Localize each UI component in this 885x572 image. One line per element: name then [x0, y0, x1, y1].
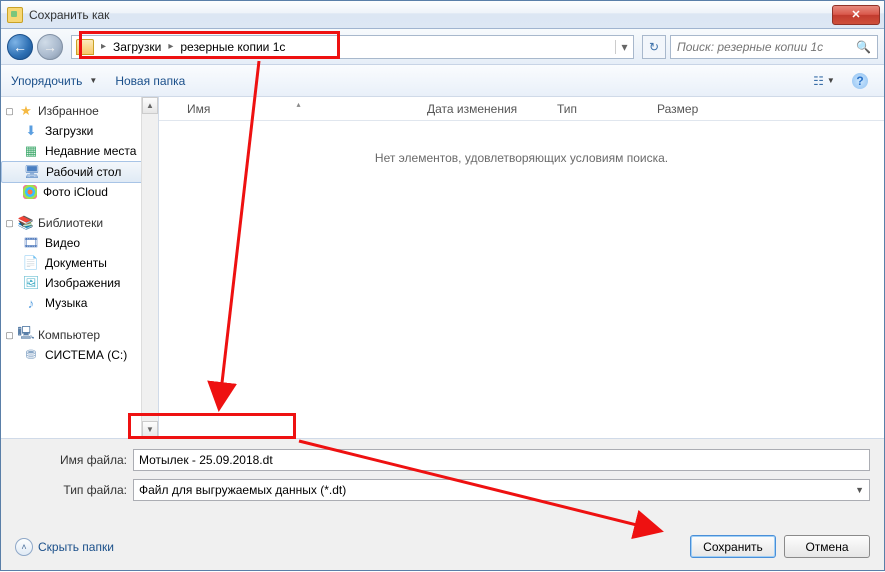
column-header-size[interactable]: Размер [649, 102, 739, 116]
close-button[interactable]: ✕ [832, 5, 880, 25]
desktop-icon: 🖥 [24, 164, 40, 180]
file-list: Нет элементов, удовлетворяющих условиям … [159, 121, 884, 438]
search-input[interactable] [677, 40, 856, 54]
view-icon: ☷ [813, 74, 824, 88]
column-headers: Имя ▴ Дата изменения Тип Размер [159, 97, 884, 121]
search-box[interactable]: 🔍 [670, 35, 878, 59]
tree-item-music[interactable]: ♪ Музыка [1, 293, 158, 313]
column-header-type[interactable]: Тип [549, 102, 649, 116]
tree-group-computer[interactable]: ▢ 🖳 Компьютер [1, 325, 158, 345]
music-icon: ♪ [23, 295, 39, 311]
breadcrumb-segment-1[interactable]: резерные копии 1с [176, 36, 289, 58]
refresh-button[interactable]: ↻ [642, 35, 666, 59]
tree-item-recent[interactable]: ▦ Недавние места [1, 141, 158, 161]
icloud-icon [23, 185, 37, 199]
sidebar-scrollbar[interactable]: ▲ ▼ [141, 97, 158, 438]
nav-tree: ▢ ★ Избранное ⬇Загрузки ▦Недавние места … [1, 97, 159, 438]
drive-icon: ⛃ [23, 347, 39, 363]
filetype-value: Файл для выгружаемых данных (*.dt) [139, 483, 346, 497]
folder-icon [76, 39, 94, 55]
recent-icon: ▦ [23, 143, 39, 159]
view-options-button[interactable]: ☷ ▼ [810, 70, 838, 92]
collapse-icon[interactable]: ▢ [5, 219, 14, 228]
back-button[interactable]: ← [7, 34, 33, 60]
chevron-up-icon: ˄ [15, 538, 33, 556]
action-bar: ˄ Скрыть папки Сохранить Отмена [1, 515, 884, 570]
hide-folders-link[interactable]: ˄ Скрыть папки [15, 538, 114, 556]
column-header-name[interactable]: Имя ▴ [179, 102, 419, 116]
command-toolbar: Упорядочить ▼ Новая папка ☷ ▼ ? [1, 65, 884, 97]
tree-group-label: Избранное [38, 104, 99, 118]
scroll-down-button[interactable]: ▼ [142, 421, 158, 438]
nav-toolbar: ← → ▸ Загрузки ▸ резерные копии 1с ▾ ↻ 🔍 [1, 29, 884, 65]
scroll-up-button[interactable]: ▲ [142, 97, 158, 114]
video-icon: 🎞 [23, 235, 39, 251]
filename-input[interactable] [133, 449, 870, 471]
collapse-icon[interactable]: ▢ [5, 107, 14, 116]
chevron-down-icon: ▼ [89, 76, 97, 85]
breadcrumb-bar[interactable]: ▸ Загрузки ▸ резерные копии 1с ▾ [71, 35, 634, 59]
new-folder-button[interactable]: Новая папка [115, 74, 185, 88]
chevron-down-icon: ▼ [855, 485, 864, 495]
tree-item-label: Музыка [45, 296, 87, 310]
tree-item-downloads[interactable]: ⬇ Загрузки [1, 121, 158, 141]
tree-item-desktop[interactable]: 🖥 Рабочий стол [1, 161, 158, 183]
filetype-label: Тип файла: [15, 483, 127, 497]
picture-icon: 🖼 [23, 275, 39, 291]
tree-group-label: Библиотеки [38, 216, 103, 230]
tree-item-label: Недавние места [45, 144, 136, 158]
forward-button[interactable]: → [37, 34, 63, 60]
star-icon: ★ [18, 103, 34, 119]
tree-item-system-drive[interactable]: ⛃ СИСТЕМА (C:) [1, 345, 158, 365]
file-list-pane: Имя ▴ Дата изменения Тип Размер Нет элем… [159, 97, 884, 438]
download-icon: ⬇ [23, 123, 39, 139]
search-icon[interactable]: 🔍 [856, 40, 871, 54]
organize-menu[interactable]: Упорядочить ▼ [11, 74, 97, 88]
scroll-track[interactable] [142, 114, 158, 421]
tree-item-label: Изображения [45, 276, 120, 290]
chevron-right-icon[interactable]: ▸ [98, 41, 109, 52]
filename-label: Имя файла: [15, 453, 127, 467]
organize-label: Упорядочить [11, 74, 82, 88]
library-icon: 📚 [18, 215, 34, 231]
tree-group-libraries[interactable]: ▢ 📚 Библиотеки [1, 213, 158, 233]
document-icon: 📄 [23, 255, 39, 271]
titlebar: Сохранить как ✕ [1, 1, 884, 29]
help-button[interactable]: ? [846, 70, 874, 92]
tree-item-documents[interactable]: 📄 Документы [1, 253, 158, 273]
computer-icon: 🖳 [18, 327, 34, 343]
tree-group-label: Компьютер [38, 328, 100, 342]
save-button[interactable]: Сохранить [690, 535, 776, 558]
cancel-button[interactable]: Отмена [784, 535, 870, 558]
save-as-dialog: Сохранить как ✕ ← → ▸ Загрузки ▸ резерны… [0, 0, 885, 571]
chevron-down-icon: ▼ [827, 76, 835, 85]
filetype-select[interactable]: Файл для выгружаемых данных (*.dt) ▼ [133, 479, 870, 501]
empty-message: Нет элементов, удовлетворяющих условиям … [375, 151, 668, 165]
app-icon [7, 7, 23, 23]
tree-item-label: Рабочий стол [46, 165, 121, 179]
chevron-right-icon[interactable]: ▸ [165, 41, 176, 52]
collapse-icon[interactable]: ▢ [5, 331, 14, 340]
help-icon: ? [852, 73, 868, 89]
tree-item-label: СИСТЕМА (C:) [45, 348, 127, 362]
tree-item-pictures[interactable]: 🖼 Изображения [1, 273, 158, 293]
tree-item-icloud-photos[interactable]: Фото iCloud [1, 183, 158, 201]
window-title: Сохранить как [29, 8, 832, 22]
tree-item-videos[interactable]: 🎞 Видео [1, 233, 158, 253]
tree-item-label: Фото iCloud [43, 185, 108, 199]
hide-folders-label: Скрыть папки [38, 540, 114, 554]
tree-item-label: Видео [45, 236, 80, 250]
breadcrumb-segment-0[interactable]: Загрузки [109, 36, 165, 58]
tree-group-favorites[interactable]: ▢ ★ Избранное [1, 101, 158, 121]
column-header-date[interactable]: Дата изменения [419, 102, 549, 116]
tree-item-label: Документы [45, 256, 107, 270]
main-area: ▢ ★ Избранное ⬇Загрузки ▦Недавние места … [1, 97, 884, 439]
sort-indicator-icon: ▴ [296, 100, 300, 109]
breadcrumb-dropdown-icon[interactable]: ▾ [615, 40, 633, 54]
tree-item-label: Загрузки [45, 124, 93, 138]
save-form: Имя файла: Тип файла: Файл для выгружаем… [1, 439, 884, 515]
